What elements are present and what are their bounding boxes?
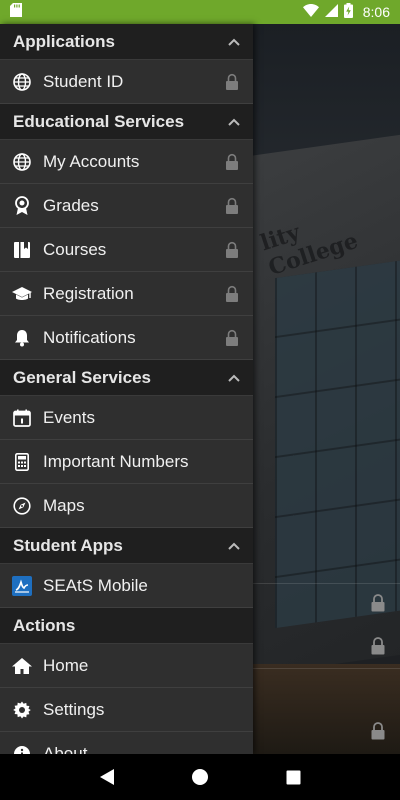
menu-item-registration[interactable]: Registration — [0, 272, 253, 316]
globe-icon — [12, 72, 32, 92]
lock-icon — [370, 594, 386, 612]
menu-item-label: Grades — [43, 195, 99, 215]
menu-item-label: Maps — [43, 495, 85, 515]
lock-icon — [225, 285, 239, 303]
menu-item-courses[interactable]: Courses — [0, 228, 253, 272]
graduation-cap-icon — [12, 284, 32, 304]
chevron-up-icon[interactable] — [227, 115, 241, 129]
lock-icon — [225, 197, 239, 215]
menu-item-seats-mobile[interactable]: SEAtS Mobile — [0, 564, 253, 608]
chevron-up-icon[interactable] — [227, 371, 241, 385]
section-title: Student Apps — [13, 535, 123, 555]
system-navigation-bar — [0, 754, 400, 800]
menu-item-my-accounts[interactable]: My Accounts — [0, 140, 253, 184]
menu-item-label: My Accounts — [43, 151, 140, 171]
sd-card-icon — [10, 2, 22, 22]
menu-item-student-id[interactable]: Student ID — [0, 60, 253, 104]
menu-item-label: Registration — [43, 283, 134, 303]
home-circle-icon[interactable] — [180, 757, 220, 797]
lock-icon — [225, 329, 239, 347]
menu-item-label: About — [43, 743, 88, 755]
award-icon — [12, 195, 32, 216]
menu-item-label: Courses — [43, 239, 107, 259]
menu-item-label: Important Numbers — [43, 451, 189, 471]
section-header-student-apps[interactable]: Student Apps — [0, 528, 253, 564]
section-title: Educational Services — [13, 111, 185, 131]
lock-icon — [370, 722, 386, 740]
battery-charging-icon — [343, 3, 353, 21]
menu-item-label: SEAtS Mobile — [43, 575, 148, 595]
menu-item-events[interactable]: Events — [0, 396, 253, 440]
compass-icon — [12, 496, 32, 516]
menu-item-about[interactable]: About — [0, 732, 253, 754]
background-ground — [250, 664, 400, 754]
chevron-up-icon[interactable] — [227, 35, 241, 49]
info-icon — [12, 744, 32, 754]
chevron-up-icon[interactable] — [227, 539, 241, 553]
back-icon[interactable] — [87, 757, 127, 797]
menu-item-grades[interactable]: Grades — [0, 184, 253, 228]
lock-icon — [370, 637, 386, 655]
menu-item-label: Home — [43, 655, 89, 675]
menu-item-maps[interactable]: Maps — [0, 484, 253, 528]
wifi-icon — [302, 4, 319, 20]
status-time: 8:06 — [362, 4, 390, 20]
menu-item-label: Events — [43, 407, 95, 427]
menu-item-label: Student ID — [43, 71, 124, 91]
menu-item-important-numbers[interactable]: Important Numbers — [0, 440, 253, 484]
menu-item-label: Notifications — [43, 327, 136, 347]
signal-icon — [324, 4, 338, 20]
recents-icon[interactable] — [273, 757, 313, 797]
section-title: Actions — [13, 615, 76, 635]
menu-item-home[interactable]: Home — [0, 644, 253, 688]
book-icon — [12, 240, 32, 260]
calendar-icon — [12, 408, 32, 428]
section-title: General Services — [13, 367, 151, 387]
status-bar: 8:06 — [0, 0, 400, 24]
section-title: Applications — [13, 31, 116, 51]
gear-icon — [12, 700, 32, 720]
calculator-icon — [12, 452, 32, 472]
background-divider — [252, 583, 400, 584]
bell-icon — [12, 328, 32, 348]
globe-icon — [12, 152, 32, 172]
seats-icon — [12, 575, 32, 596]
section-header-applications[interactable]: Applications — [0, 24, 253, 60]
navigation-drawer: Applications Student ID Educational Serv… — [0, 24, 253, 754]
section-header-actions: Actions — [0, 608, 253, 644]
lock-icon — [225, 153, 239, 171]
section-header-educational-services[interactable]: Educational Services — [0, 104, 253, 140]
menu-item-label: Settings — [43, 699, 105, 719]
background-divider — [252, 668, 400, 669]
lock-icon — [225, 241, 239, 259]
background-windows — [275, 259, 400, 629]
menu-item-settings[interactable]: Settings — [0, 688, 253, 732]
home-icon — [12, 656, 32, 676]
lock-icon — [225, 73, 239, 91]
section-header-general-services[interactable]: General Services — [0, 360, 253, 396]
menu-item-notifications[interactable]: Notifications — [0, 316, 253, 360]
